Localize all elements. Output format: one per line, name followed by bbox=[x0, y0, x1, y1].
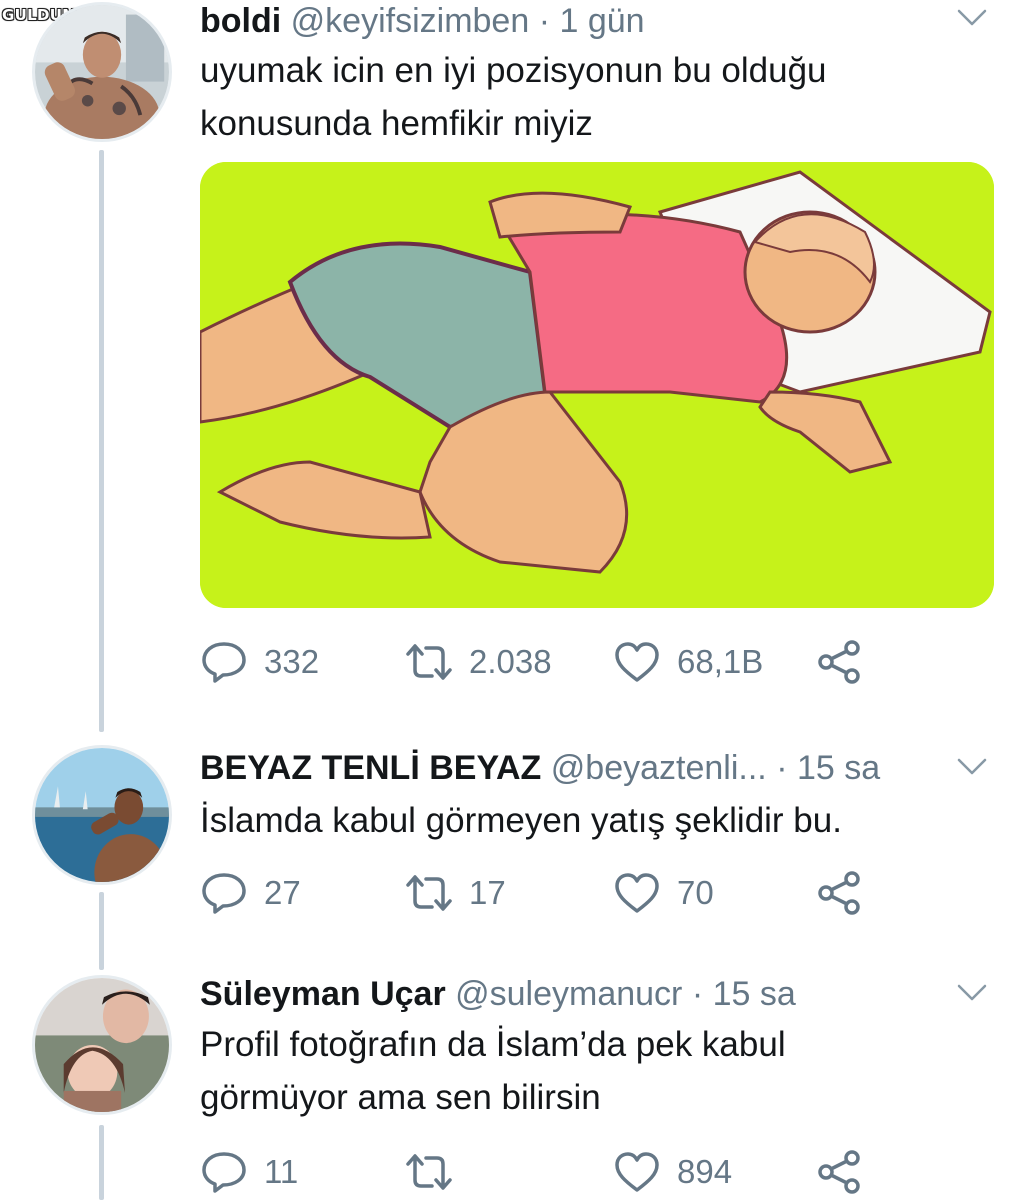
timestamp[interactable]: 15 sa bbox=[713, 975, 796, 1013]
reply-button[interactable]: 27 bbox=[200, 868, 301, 918]
reply-count: 332 bbox=[264, 643, 320, 680]
retweet-icon bbox=[406, 644, 452, 680]
tweet-text-line: görmüyor ama sen bilirsin bbox=[200, 1078, 601, 1117]
handle[interactable]: @beyaztenli... bbox=[551, 749, 767, 787]
reply-button[interactable]: 11 bbox=[200, 1147, 298, 1197]
display-name[interactable]: BEYAZ TENLİ BEYAZ bbox=[200, 749, 541, 787]
tweet-text-line: uyumak icin en iyi pozisyonun bu olduğu bbox=[200, 51, 827, 90]
share-icon bbox=[818, 640, 860, 684]
like-count: 70 bbox=[677, 874, 714, 911]
heart-icon bbox=[615, 873, 659, 913]
separator: · bbox=[691, 975, 704, 1013]
retweet-button[interactable]: 2.038 bbox=[405, 637, 552, 687]
avatar[interactable] bbox=[32, 745, 172, 885]
reply-button[interactable]: 332 bbox=[200, 637, 319, 687]
retweet-count: 17 bbox=[469, 874, 506, 911]
tweet-text-line: Profil fotoğrafın da İslam’da pek kabul bbox=[200, 1025, 786, 1064]
tweet-header: BEYAZ TENLİ BEYAZ @beyaztenli... · 15 sa bbox=[200, 748, 945, 788]
timestamp[interactable]: 1 gün bbox=[559, 2, 644, 40]
tweet-text-line: konusunda hemfikir miyiz bbox=[200, 104, 593, 143]
heart-icon bbox=[615, 1152, 659, 1192]
tweet-text: uyumak icin en iyi pozisyonun bu olduğu … bbox=[200, 44, 965, 150]
timestamp[interactable]: 15 sa bbox=[797, 749, 880, 787]
like-button[interactable]: 68,1B bbox=[613, 637, 763, 687]
chevron-down-icon[interactable] bbox=[957, 983, 987, 1003]
tweet-header: Süleyman Uçar @suleymanucr · 15 sa bbox=[200, 974, 945, 1014]
tweet-actions: 27 17 70 bbox=[200, 868, 900, 918]
tweet-text: Profil fotoğrafın da İslam’da pek kabul … bbox=[200, 1018, 965, 1124]
chevron-down-icon[interactable] bbox=[957, 757, 987, 777]
avatar-image bbox=[35, 5, 169, 139]
avatar[interactable] bbox=[32, 975, 172, 1115]
tweet-header: boldi @keyifsizimben · 1 gün bbox=[200, 1, 945, 41]
share-button[interactable] bbox=[816, 1147, 864, 1197]
share-icon bbox=[818, 1150, 860, 1194]
chevron-down-icon[interactable] bbox=[957, 8, 987, 28]
like-count: 894 bbox=[677, 1153, 733, 1190]
reply-icon bbox=[202, 1152, 246, 1193]
tweet[interactable]: Süleyman Uçar @suleymanucr · 15 sa Profi… bbox=[0, 960, 1025, 1200]
retweet-count: 2.038 bbox=[469, 643, 552, 680]
avatar-image bbox=[35, 748, 169, 882]
retweet-icon bbox=[406, 1154, 452, 1190]
display-name[interactable]: boldi bbox=[200, 2, 281, 40]
tweet-text-line: İslamda kabul görmeyen yatış şeklidir bu… bbox=[200, 801, 842, 840]
tweet-actions: 11 894 bbox=[200, 1147, 900, 1197]
tweet[interactable]: boldi @keyifsizimben · 1 gün uyumak icin… bbox=[0, 0, 1025, 710]
heart-icon bbox=[615, 642, 659, 682]
separator: · bbox=[538, 2, 551, 40]
like-button[interactable]: 70 bbox=[613, 868, 714, 918]
reply-count: 27 bbox=[264, 874, 301, 911]
reply-icon bbox=[202, 873, 246, 914]
like-count: 68,1B bbox=[677, 643, 764, 680]
handle[interactable]: @suleymanucr bbox=[455, 975, 682, 1013]
share-button[interactable] bbox=[816, 637, 864, 687]
tweet-actions: 332 2.038 68,1B bbox=[200, 637, 900, 687]
tweet[interactable]: BEYAZ TENLİ BEYAZ @beyaztenli... · 15 sa… bbox=[0, 735, 1025, 955]
handle[interactable]: @keyifsizimben bbox=[291, 2, 530, 40]
share-button[interactable] bbox=[816, 868, 864, 918]
tweet-text: İslamda kabul görmeyen yatış şeklidir bu… bbox=[200, 794, 965, 847]
retweet-icon bbox=[406, 875, 452, 911]
reply-icon bbox=[202, 642, 246, 683]
display-name[interactable]: Süleyman Uçar bbox=[200, 975, 446, 1013]
tweet-media-image[interactable] bbox=[200, 162, 994, 608]
reply-count: 11 bbox=[264, 1153, 299, 1190]
like-button[interactable]: 894 bbox=[613, 1147, 732, 1197]
avatar[interactable] bbox=[32, 2, 172, 142]
retweet-button[interactable]: 17 bbox=[405, 868, 506, 918]
avatar-image bbox=[35, 978, 169, 1112]
sleeping-person-illustration bbox=[200, 162, 994, 608]
separator: · bbox=[776, 749, 788, 787]
retweet-button[interactable] bbox=[405, 1147, 469, 1197]
share-icon bbox=[818, 871, 860, 915]
